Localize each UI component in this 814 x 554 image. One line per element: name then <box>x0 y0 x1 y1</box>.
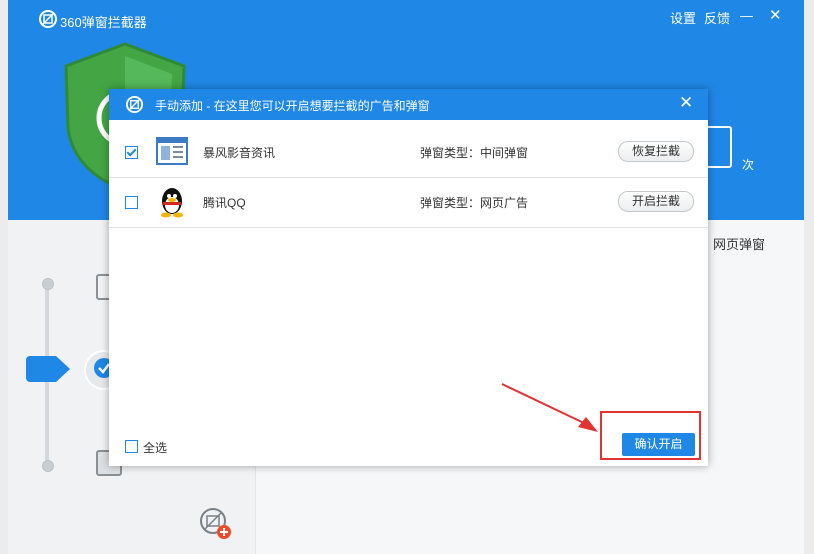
minimize-button[interactable]: — <box>740 8 753 23</box>
restore-block-button[interactable]: 恢复拦截 <box>618 141 694 162</box>
dialog-header: 手动添加 - 在这里您可以开启想要拦截的广告和弹窗 ✕ <box>109 89 708 120</box>
slider-knob-bottom[interactable] <box>42 460 54 472</box>
row-checkbox[interactable] <box>125 196 138 209</box>
row-type: 弹窗类型：中间弹窗 <box>420 146 529 160</box>
dialog-title: 手动添加 - 在这里您可以开启想要拦截的广告和弹窗 <box>155 99 430 113</box>
app-logo-icon <box>39 10 57 28</box>
highlight-box <box>600 411 701 460</box>
select-all-label[interactable]: 全选 <box>143 439 167 456</box>
close-button[interactable]: ✕ <box>769 6 782 24</box>
app-title: 360弹窗拦截器 <box>60 15 147 30</box>
settings-button[interactable]: 设置 <box>670 8 696 27</box>
annotation-arrow-icon <box>501 383 598 432</box>
dialog-close-button[interactable]: ✕ <box>679 93 693 113</box>
right-category-label: 网页弹窗 <box>713 237 766 252</box>
row-type: 弹窗类型：网页广告 <box>420 196 529 210</box>
slider-pointer[interactable] <box>26 356 70 382</box>
feedback-button[interactable]: 反馈 <box>704 8 730 27</box>
row-name: 腾讯QQ <box>203 196 246 210</box>
slider-knob-top[interactable] <box>42 278 54 290</box>
add-blocked-icon[interactable] <box>198 506 232 540</box>
row-name: 暴风影音资讯 <box>203 146 276 160</box>
list-item: 暴风影音资讯 弹窗类型：中间弹窗 恢复拦截 <box>109 127 708 178</box>
block-icon <box>125 95 144 114</box>
manual-add-dialog: 手动添加 - 在这里您可以开启想要拦截的广告和弹窗 ✕ 暴风影音资讯 弹窗类型：… <box>109 89 708 466</box>
qq-penguin-icon <box>161 188 183 218</box>
enable-block-button[interactable]: 开启拦截 <box>618 191 694 212</box>
row-checkbox[interactable] <box>125 146 138 159</box>
list-item: 腾讯QQ 弹窗类型：网页广告 开启拦截 <box>109 177 708 228</box>
storm-video-news-icon <box>156 137 188 165</box>
select-all-checkbox[interactable] <box>125 440 138 453</box>
count-unit: 次 <box>742 158 755 172</box>
